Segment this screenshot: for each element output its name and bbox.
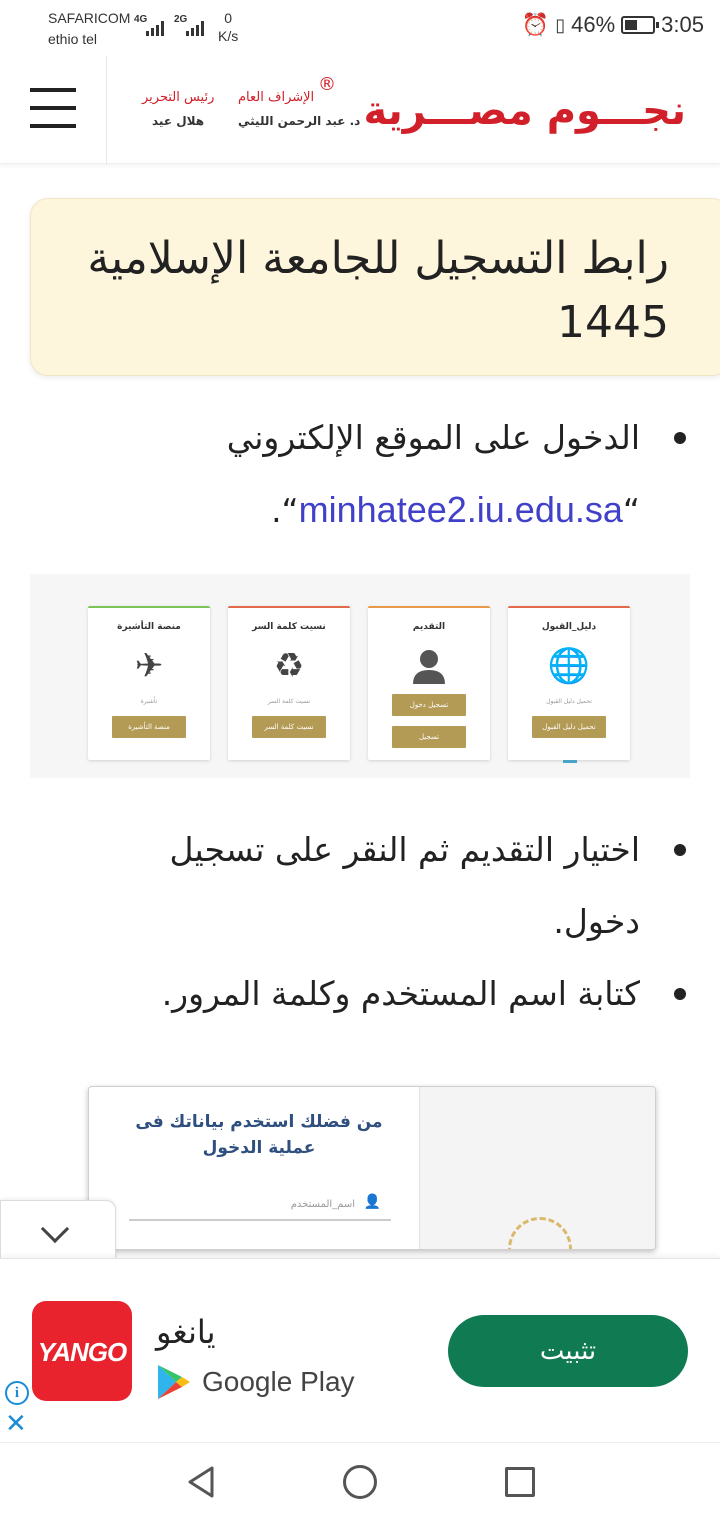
- login-side-panel: [419, 1087, 655, 1249]
- bullet-icon: [674, 844, 686, 856]
- plane-icon: ✈: [134, 646, 164, 686]
- screenshot-portal-cards: دليل_القبول 🌐 تحميل دليل القبول تحميل دل…: [30, 574, 690, 778]
- card-forgot-password: نسيت كلمة السر ♻ نسيت كلمة السر نسيت كلم…: [228, 606, 350, 760]
- ad-close-icon[interactable]: ✕: [5, 1409, 27, 1437]
- login-form-title: من فضلك استخدم بياناتك فى عملية الدخول: [135, 1112, 383, 1158]
- alarm-icon: ⏰: [521, 12, 550, 37]
- battery-percent: 46%: [571, 12, 616, 37]
- editor-name: هلال عيد: [152, 114, 205, 128]
- bullet-icon: [674, 432, 686, 444]
- card-apply: التقديم تسجيل دخول تسجيل: [368, 606, 490, 760]
- carrier-1: SAFARICOM: [48, 10, 131, 26]
- card-title: نسيت كلمة السر: [252, 622, 326, 632]
- bullet-text: كتابة اسم المستخدم وكلمة المرور.: [161, 974, 640, 1013]
- install-button[interactable]: تثبيت: [448, 1315, 688, 1387]
- article-title-box: رابط التسجيل للجامعة الإسلامية 1445: [30, 198, 720, 376]
- visa-platform-button[interactable]: منصة التأشيرة: [112, 716, 186, 738]
- carousel-indicator: [563, 760, 577, 763]
- menu-icon[interactable]: [30, 88, 76, 128]
- card-visa-platform: منصة التأشيرة ✈ تأشيرة منصة التأشيرة: [88, 606, 210, 760]
- network-speed: 0 K/s: [218, 9, 238, 45]
- site-logo[interactable]: نجـــوم مصـــرية ® الإشراف العام د. عبد …: [138, 70, 690, 150]
- list-item: الدخول على الموقع الإلكتروني .“minhatee2…: [80, 402, 686, 547]
- signal-icon: [146, 20, 164, 36]
- download-guide-button[interactable]: تحميل دليل القبول: [532, 716, 606, 738]
- logo-title: نجـــوم مصـــرية: [363, 88, 686, 134]
- recycle-icon: ♻: [273, 646, 305, 686]
- system-nav-bar: [0, 1442, 720, 1520]
- user-outline-icon: 👤: [363, 1194, 381, 1210]
- screenshot-login-form: من فضلك استخدم بياناتك فى عملية الدخول ا…: [88, 1086, 656, 1250]
- supervisor-title: الإشراف العام: [238, 90, 315, 105]
- status-bar: SAFARICOM ethio tel 4G 2G 0 K/s ⏰ ▯ 46% …: [0, 0, 720, 56]
- user-icon: [368, 646, 490, 695]
- carrier-info: SAFARICOM ethio tel: [48, 8, 130, 50]
- bullet-text: الدخول على الموقع الإلكتروني: [226, 418, 640, 457]
- registered-mark: ®: [318, 74, 336, 95]
- back-icon[interactable]: [186, 1465, 216, 1499]
- google-play-icon: [158, 1365, 190, 1399]
- store-name: Google Play: [202, 1366, 355, 1397]
- app-icon-label: YANGO: [37, 1337, 127, 1367]
- register-button[interactable]: تسجيل: [392, 726, 466, 748]
- username-field: اسم_المستخدم 👤: [129, 1191, 391, 1221]
- bullet-link-line: .“minhatee2.iu.edu.sa“: [80, 474, 640, 547]
- ad-collapse-button[interactable]: [0, 1200, 116, 1260]
- supervisor-name: د. عبد الرحمن الليثي: [238, 114, 361, 128]
- globe-icon: 🌐: [547, 646, 591, 686]
- ad-info-icon[interactable]: i: [5, 1381, 29, 1405]
- app-icon[interactable]: YANGO: [32, 1301, 132, 1401]
- card-title: دليل_القبول: [541, 622, 597, 632]
- university-emblem-icon: [508, 1217, 572, 1249]
- signal-icon: [186, 20, 204, 36]
- vibrate-icon: ▯: [555, 14, 566, 35]
- bullet-text: اختيار التقديم ثم النقر على تسجيل: [169, 830, 641, 869]
- card-subtitle: نسيت كلمة السر: [267, 698, 311, 705]
- clock: 3:05: [661, 12, 704, 37]
- home-icon[interactable]: [343, 1465, 377, 1499]
- site-header: نجـــوم مصـــرية ® الإشراف العام د. عبد …: [0, 56, 720, 164]
- header-divider: [106, 56, 107, 164]
- carrier-2: ethio tel: [48, 31, 98, 47]
- ad-banner[interactable]: YANGO يانغو Google Play تثبيت i ✕: [0, 1258, 720, 1442]
- punctuation: .“: [271, 491, 299, 530]
- app-name: يانغو: [156, 1313, 216, 1351]
- punctuation: “: [622, 491, 640, 530]
- login-button[interactable]: تسجيل دخول: [392, 694, 466, 716]
- chevron-down-icon: [40, 1214, 70, 1244]
- card-title: التقديم: [412, 622, 446, 632]
- forgot-password-button[interactable]: نسيت كلمة السر: [252, 716, 326, 738]
- list-item: كتابة اسم المستخدم وكلمة المرور.: [80, 958, 686, 1030]
- card-title: منصة التأشيرة: [117, 622, 181, 632]
- bullet-text: دخول.: [553, 902, 640, 941]
- article-title: رابط التسجيل للجامعة الإسلامية 1445: [87, 233, 669, 348]
- speed-value: 0: [224, 10, 233, 26]
- recent-apps-icon[interactable]: [505, 1467, 535, 1497]
- speed-unit: K/s: [218, 28, 239, 44]
- store-badge: Google Play: [156, 1363, 355, 1401]
- card-admission-guide: دليل_القبول 🌐 تحميل دليل القبول تحميل دل…: [508, 606, 630, 760]
- bullet-icon: [674, 988, 686, 1000]
- list-item: اختيار التقديم ثم النقر على تسجيل دخول.: [80, 814, 686, 958]
- site-link[interactable]: minhatee2.iu.edu.sa: [299, 489, 623, 530]
- battery-icon: [621, 16, 660, 34]
- card-subtitle: تحميل دليل القبول: [546, 698, 592, 705]
- username-placeholder: اسم_المستخدم: [290, 1199, 355, 1210]
- card-subtitle: تأشيرة: [140, 698, 158, 705]
- status-right: ⏰ ▯ 46% 3:05: [522, 12, 704, 38]
- editor-title: رئيس التحرير: [142, 90, 215, 105]
